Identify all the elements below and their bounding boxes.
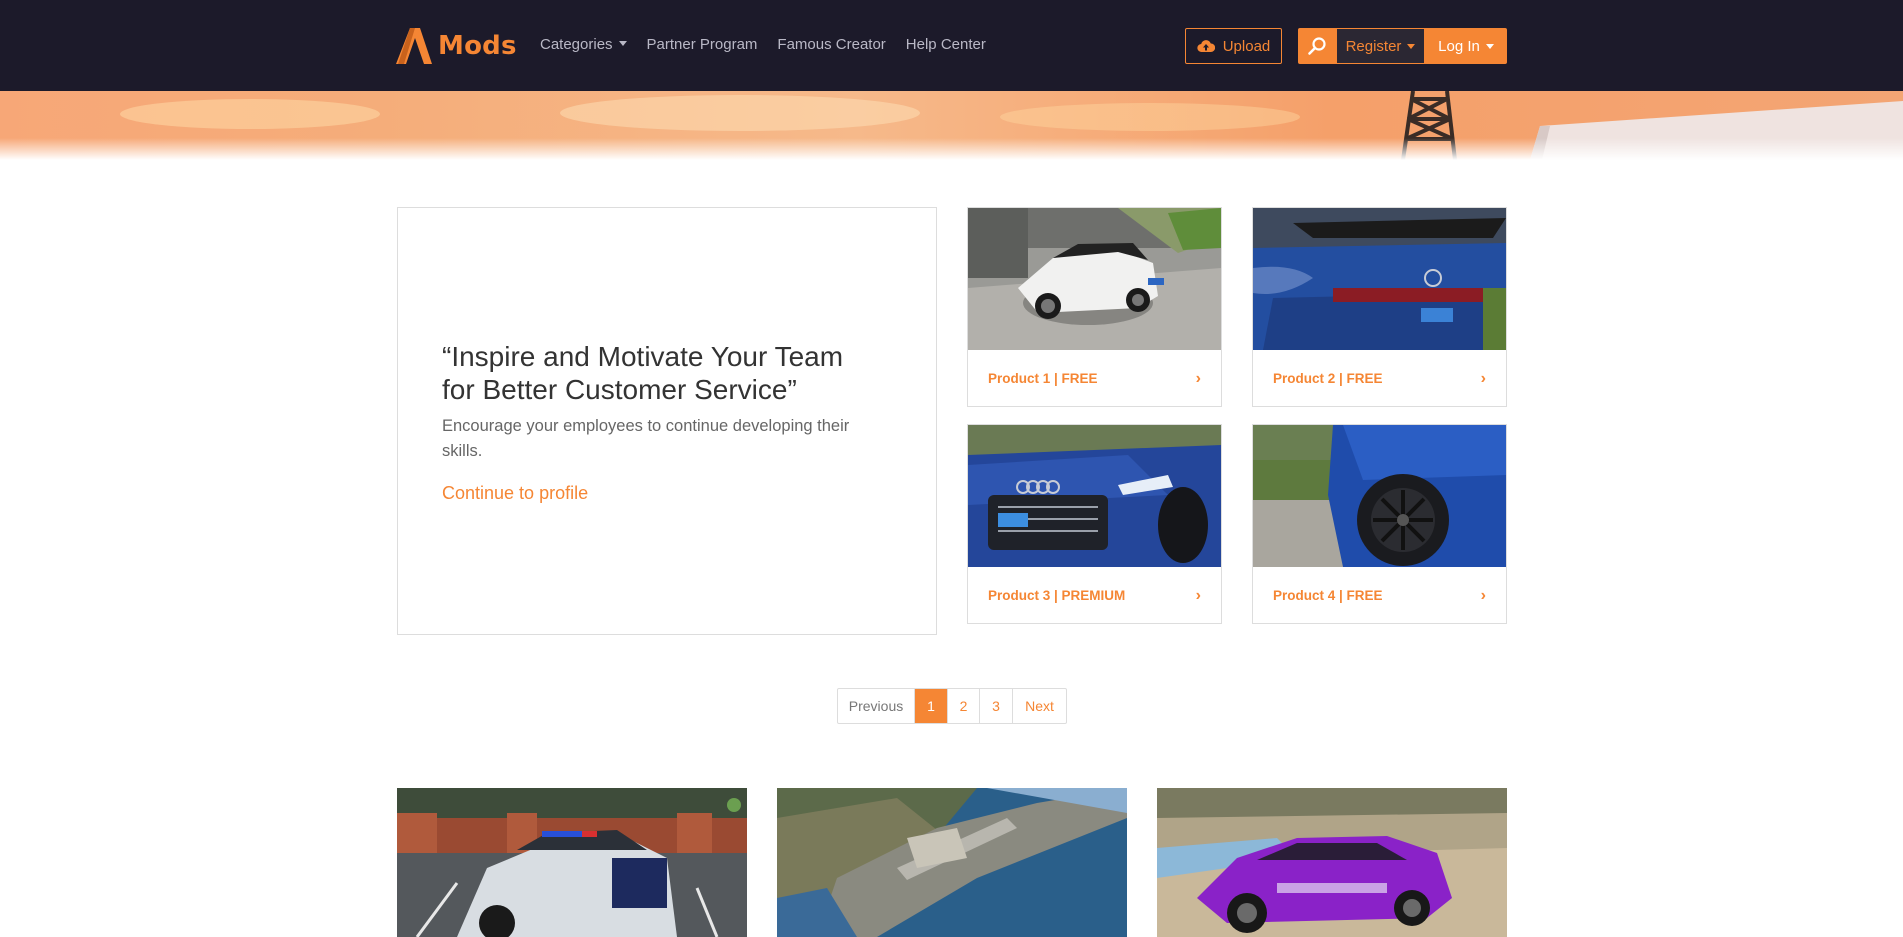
blue-audi-suv-front-image bbox=[968, 425, 1221, 567]
product-card[interactable]: Product 1 | FREE › bbox=[967, 207, 1222, 407]
chevron-right-icon: › bbox=[1480, 369, 1486, 387]
login-label: Log In bbox=[1438, 37, 1480, 55]
police-car-image[interactable] bbox=[397, 788, 747, 937]
product-label: Product 3 | PREMIUM bbox=[988, 588, 1126, 603]
cloud-upload-icon bbox=[1197, 40, 1215, 53]
upload-button[interactable]: Upload bbox=[1185, 28, 1282, 64]
quote-card: “Inspire and Motivate Your Team for Bett… bbox=[397, 207, 937, 635]
pagination-next[interactable]: Next bbox=[1012, 689, 1066, 723]
search-icon bbox=[1308, 37, 1326, 55]
upload-label: Upload bbox=[1222, 37, 1271, 55]
product-card[interactable]: Product 4 | FREE › bbox=[1252, 424, 1507, 624]
blue-audi-rear-spoiler-image bbox=[1253, 208, 1506, 350]
pagination-page-3[interactable]: 3 bbox=[979, 689, 1012, 723]
login-button[interactable]: Log In bbox=[1425, 28, 1507, 64]
mods-logo-icon bbox=[396, 28, 432, 64]
search-button[interactable] bbox=[1298, 28, 1336, 64]
nav-famous-creator[interactable]: Famous Creator bbox=[777, 36, 885, 53]
white-audi-sedan-image bbox=[968, 208, 1221, 350]
pagination-page-2[interactable]: 2 bbox=[947, 689, 979, 723]
nav-categories[interactable]: Categories bbox=[540, 36, 627, 53]
nav-partner-program[interactable]: Partner Program bbox=[647, 36, 758, 53]
product-link[interactable]: Product 2 | FREE › bbox=[1253, 350, 1506, 407]
hero-banner bbox=[0, 91, 1903, 160]
aerial-airport-image[interactable] bbox=[777, 788, 1127, 937]
brand-name: Mods bbox=[438, 31, 517, 61]
product-label: Product 1 | FREE bbox=[988, 371, 1098, 386]
chevron-right-icon: › bbox=[1195, 586, 1201, 604]
chevron-right-icon: › bbox=[1195, 369, 1201, 387]
product-link[interactable]: Product 4 | FREE › bbox=[1253, 567, 1506, 624]
chevron-down-icon bbox=[618, 41, 627, 46]
register-label: Register bbox=[1345, 37, 1402, 55]
chevron-down-icon bbox=[1407, 43, 1416, 49]
product-link[interactable]: Product 1 | FREE › bbox=[968, 350, 1221, 407]
continue-to-profile-link[interactable]: Continue to profile bbox=[442, 483, 588, 504]
chevron-down-icon bbox=[1485, 43, 1494, 49]
purple-suv-image[interactable] bbox=[1157, 788, 1507, 937]
quote-title: “Inspire and Motivate Your Team for Bett… bbox=[442, 341, 844, 405]
product-link[interactable]: Product 3 | PREMIUM › bbox=[968, 567, 1221, 624]
brand-logo[interactable]: Mods bbox=[396, 26, 517, 66]
pagination-previous[interactable]: Previous bbox=[838, 689, 914, 723]
main-nav: Categories Partner Program Famous Creato… bbox=[540, 36, 1006, 53]
product-card[interactable]: Product 3 | PREMIUM › bbox=[967, 424, 1222, 624]
crane-tower-icon bbox=[1401, 91, 1457, 160]
building-icon bbox=[1530, 101, 1903, 160]
chevron-right-icon: › bbox=[1480, 586, 1486, 604]
nav-help-center[interactable]: Help Center bbox=[906, 36, 986, 53]
pagination-page-1[interactable]: 1 bbox=[914, 689, 947, 723]
quote-subtitle: Encourage your employees to continue dev… bbox=[442, 417, 850, 460]
top-navbar: Mods Categories Partner Program Famous C… bbox=[0, 0, 1903, 91]
blue-car-wheel-image bbox=[1253, 425, 1506, 567]
product-label: Product 2 | FREE bbox=[1273, 371, 1383, 386]
pagination: Previous 1 2 3 Next bbox=[837, 688, 1067, 724]
product-label: Product 4 | FREE bbox=[1273, 588, 1383, 603]
register-button[interactable]: Register bbox=[1336, 28, 1425, 64]
product-card[interactable]: Product 2 | FREE › bbox=[1252, 207, 1507, 407]
